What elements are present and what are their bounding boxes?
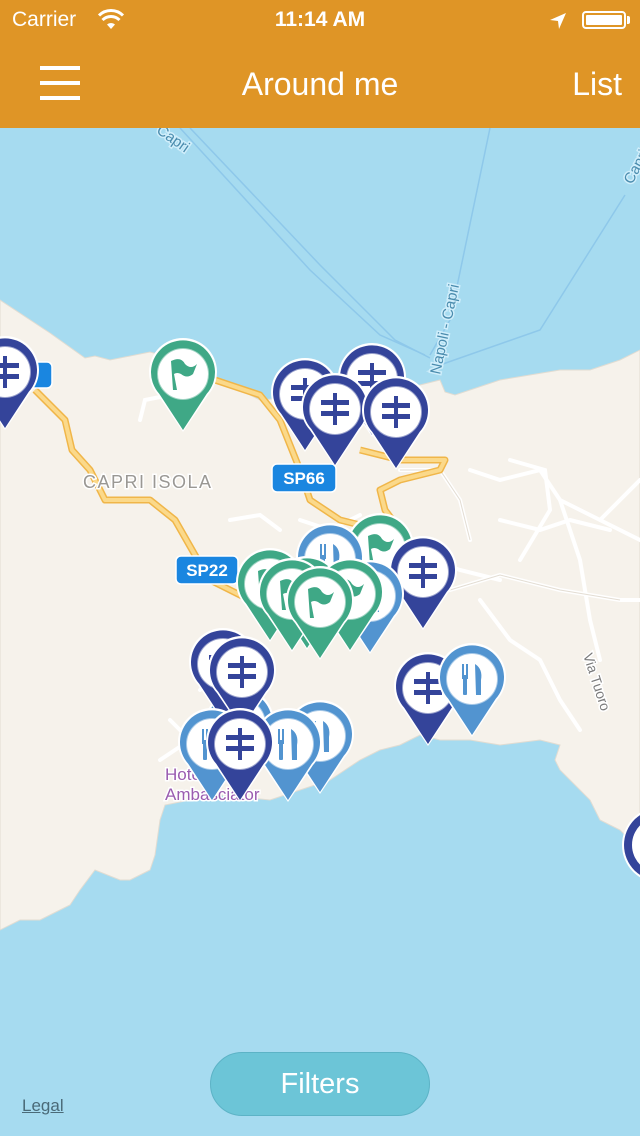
- top-bar: Carrier 11:14 AM Around me List: [0, 0, 640, 128]
- battery-icon: [582, 11, 626, 29]
- map-view[interactable]: CAPRI ISOLA Capri Napoli - Capri Capri V…: [0, 128, 640, 1136]
- battery-tip: [627, 16, 630, 24]
- town-label: CAPRI ISOLA: [83, 472, 213, 492]
- clock: 11:14 AM: [274, 8, 366, 31]
- svg-text:SP66: SP66: [283, 469, 325, 488]
- road-shield-sp66: SP66: [271, 463, 337, 493]
- navigation-bar: Around me List: [0, 40, 640, 128]
- battery-fill: [586, 15, 622, 25]
- legal-link[interactable]: Legal: [22, 1096, 64, 1116]
- status-bar: Carrier 11:14 AM: [0, 0, 640, 40]
- svg-text:SP22: SP22: [186, 561, 228, 580]
- road-shield-sp22: SP22: [175, 555, 239, 585]
- list-button[interactable]: List: [572, 66, 622, 103]
- location-arrow-icon: [550, 13, 566, 29]
- page-title: Around me: [241, 66, 399, 102]
- filters-button[interactable]: Filters: [210, 1052, 430, 1116]
